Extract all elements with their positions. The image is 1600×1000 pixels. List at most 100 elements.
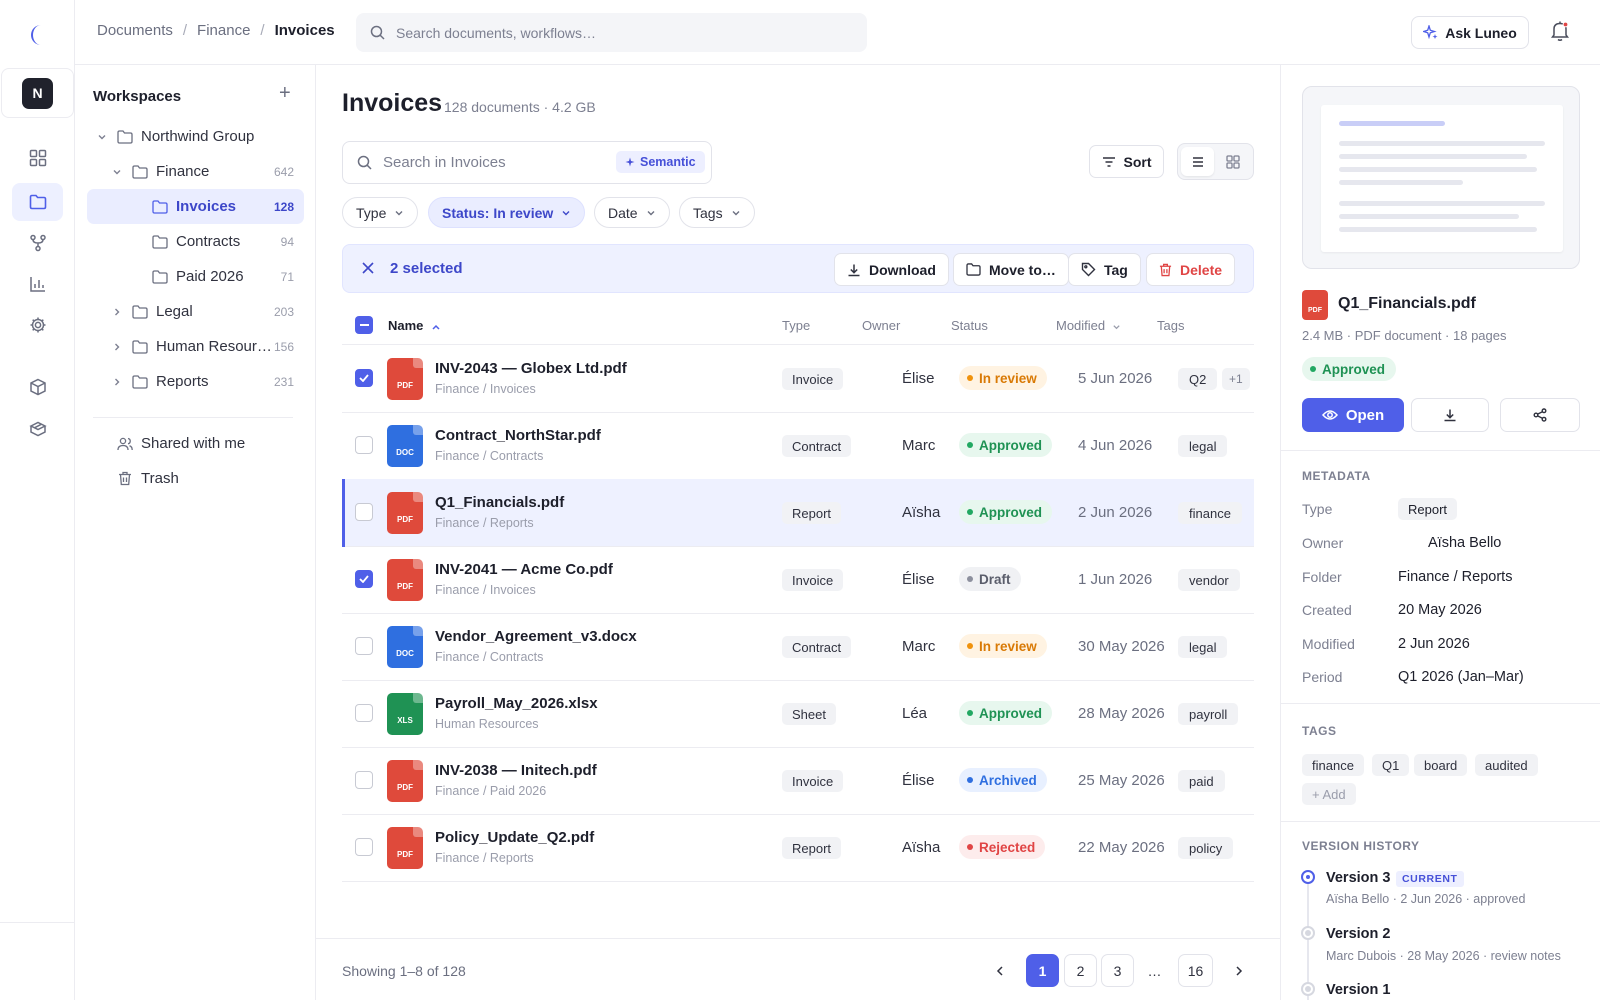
- rail-analytics-button[interactable]: [12, 265, 63, 303]
- status-badge: In review: [959, 366, 1047, 390]
- row-checkbox[interactable]: [355, 570, 373, 588]
- open-button[interactable]: Open: [1302, 398, 1404, 432]
- file-name[interactable]: Policy_Update_Q2.pdf: [435, 829, 594, 846]
- row-checkbox[interactable]: [355, 436, 373, 454]
- page-button-3[interactable]: 3: [1101, 954, 1134, 987]
- download-label: Download: [869, 261, 936, 278]
- add-workspace-button[interactable]: +: [279, 83, 291, 103]
- folder-search[interactable]: Semantic: [342, 141, 712, 184]
- column-modified[interactable]: Modified: [1056, 318, 1121, 333]
- grid-view-button[interactable]: [1216, 147, 1249, 176]
- table-row[interactable]: PDF Policy_Update_Q2.pdf Finance / Reports…: [342, 814, 1254, 882]
- filter-tags[interactable]: Tags: [679, 197, 755, 228]
- version-title[interactable]: Version 2: [1326, 926, 1390, 942]
- select-all-checkbox[interactable]: [355, 316, 373, 334]
- tree-item-paid-2026[interactable]: Paid 2026 71: [87, 259, 304, 294]
- rail-workflows-button[interactable]: [12, 224, 63, 262]
- file-path: Finance / Contracts: [435, 650, 544, 664]
- tree-item-reports[interactable]: Reports 231: [87, 364, 304, 399]
- column-type[interactable]: Type: [782, 318, 810, 333]
- document-preview[interactable]: [1302, 86, 1580, 269]
- workspace-switcher[interactable]: N: [1, 68, 74, 118]
- folder-icon: [152, 234, 168, 249]
- column-owner[interactable]: Owner: [862, 318, 900, 333]
- delete-button[interactable]: Delete: [1146, 253, 1236, 286]
- global-search-input[interactable]: [396, 24, 836, 41]
- move-to-button[interactable]: Move to…: [953, 253, 1069, 286]
- filter-status[interactable]: Status: In review: [428, 197, 586, 228]
- table-row[interactable]: PDF INV-2038 — Initech.pdf Finance / Paid …: [342, 747, 1254, 815]
- table-row[interactable]: DOC Contract_NorthStar.pdf Finance / Contr…: [342, 412, 1254, 480]
- file-name[interactable]: Q1_Financials.pdf: [435, 494, 564, 511]
- file-name[interactable]: Vendor_Agreement_v3.docx: [435, 628, 637, 645]
- ask-luneo-button[interactable]: Ask Luneo: [1411, 16, 1529, 49]
- file-name[interactable]: INV-2041 — Acme Co.pdf: [435, 561, 613, 578]
- next-page-button[interactable]: [1222, 954, 1255, 987]
- table-row[interactable]: XLS Payroll_May_2026.xlsx Human Resources S…: [342, 680, 1254, 748]
- page-button-2[interactable]: 2: [1064, 954, 1097, 987]
- file-name[interactable]: INV-2043 — Globex Ltd.pdf: [435, 360, 627, 377]
- download-button[interactable]: Download: [834, 253, 949, 286]
- file-name[interactable]: Payroll_May_2026.xlsx: [435, 695, 598, 712]
- file-name[interactable]: INV-2038 — Initech.pdf: [435, 762, 597, 779]
- check-icon: [359, 374, 369, 382]
- version-title[interactable]: Version 1: [1326, 982, 1390, 998]
- rail-integrations-button[interactable]: [12, 368, 63, 406]
- breadcrumb-documents[interactable]: Documents: [97, 22, 173, 39]
- metadata-folder[interactable]: Finance / Reports: [1398, 569, 1512, 585]
- table-row[interactable]: DOC Vendor_Agreement_v3.docx Finance / Con…: [342, 613, 1254, 681]
- row-checkbox[interactable]: [355, 637, 373, 655]
- tag-chip[interactable]: audited: [1475, 754, 1538, 776]
- notifications-button[interactable]: [1550, 20, 1570, 42]
- prev-page-button[interactable]: [983, 954, 1016, 987]
- trash-item[interactable]: Trash: [87, 461, 304, 496]
- table-row[interactable]: PDF INV-2043 — Globex Ltd.pdf Finance / In…: [342, 345, 1254, 413]
- filter-type[interactable]: Type: [342, 197, 419, 228]
- file-name[interactable]: Contract_NorthStar.pdf: [435, 427, 601, 444]
- version-dot: [1301, 926, 1315, 940]
- row-checkbox[interactable]: [355, 838, 373, 856]
- table-row[interactable]: PDF Q1_Financials.pdf Finance / Reports Rep…: [342, 479, 1254, 547]
- page-button-1[interactable]: 1: [1026, 954, 1059, 987]
- tag-chip[interactable]: Q1: [1372, 754, 1410, 776]
- breadcrumb-finance[interactable]: Finance: [197, 22, 250, 39]
- filter-date[interactable]: Date: [594, 197, 670, 228]
- tag-more-chip[interactable]: +1: [1222, 368, 1250, 390]
- column-status[interactable]: Status: [951, 318, 988, 333]
- global-search[interactable]: [356, 13, 867, 52]
- modified-date: 5 Jun 2026: [1078, 370, 1153, 387]
- rail-archive-button[interactable]: [12, 410, 63, 448]
- version-title[interactable]: Version 3: [1326, 870, 1390, 886]
- sort-button[interactable]: Sort: [1089, 145, 1164, 178]
- folder-search-input[interactable]: [383, 154, 603, 171]
- page-button-16[interactable]: 16: [1178, 954, 1213, 987]
- list-view-button[interactable]: [1181, 147, 1214, 176]
- table-row[interactable]: PDF INV-2041 — Acme Co.pdf Finance / Invoi…: [342, 546, 1254, 614]
- rail-settings-button[interactable]: [12, 306, 63, 344]
- rail-documents-button[interactable]: [12, 183, 63, 221]
- tree-item-northwind-group[interactable]: Northwind Group: [87, 119, 304, 154]
- tag-chip[interactable]: board: [1414, 754, 1468, 776]
- add-tag-button[interactable]: + Add: [1302, 783, 1356, 805]
- column-name[interactable]: Name: [388, 318, 441, 333]
- chevron-down-icon: [113, 169, 121, 174]
- details-download-button[interactable]: [1411, 398, 1489, 432]
- tree-item-invoices[interactable]: Invoices 128: [87, 189, 304, 224]
- clear-selection-button[interactable]: [361, 261, 375, 275]
- tag-button[interactable]: Tag: [1068, 253, 1141, 286]
- tree-item-human-resources[interactable]: Human Resour… 156: [87, 329, 304, 364]
- metadata-key: Created: [1302, 602, 1352, 618]
- tree-item-finance[interactable]: Finance 642: [87, 154, 304, 189]
- row-checkbox[interactable]: [355, 771, 373, 789]
- rail-dashboard-button[interactable]: [12, 139, 63, 177]
- row-checkbox[interactable]: [355, 369, 373, 387]
- tag-chip[interactable]: finance: [1302, 754, 1364, 776]
- row-checkbox[interactable]: [355, 503, 373, 521]
- row-checkbox[interactable]: [355, 704, 373, 722]
- semantic-toggle[interactable]: Semantic: [616, 151, 705, 173]
- tree-item-contracts[interactable]: Contracts 94: [87, 224, 304, 259]
- shared-with-me-item[interactable]: Shared with me: [87, 426, 304, 461]
- share-button[interactable]: [1500, 398, 1580, 432]
- column-tags[interactable]: Tags: [1157, 318, 1184, 333]
- tree-item-legal[interactable]: Legal 203: [87, 294, 304, 329]
